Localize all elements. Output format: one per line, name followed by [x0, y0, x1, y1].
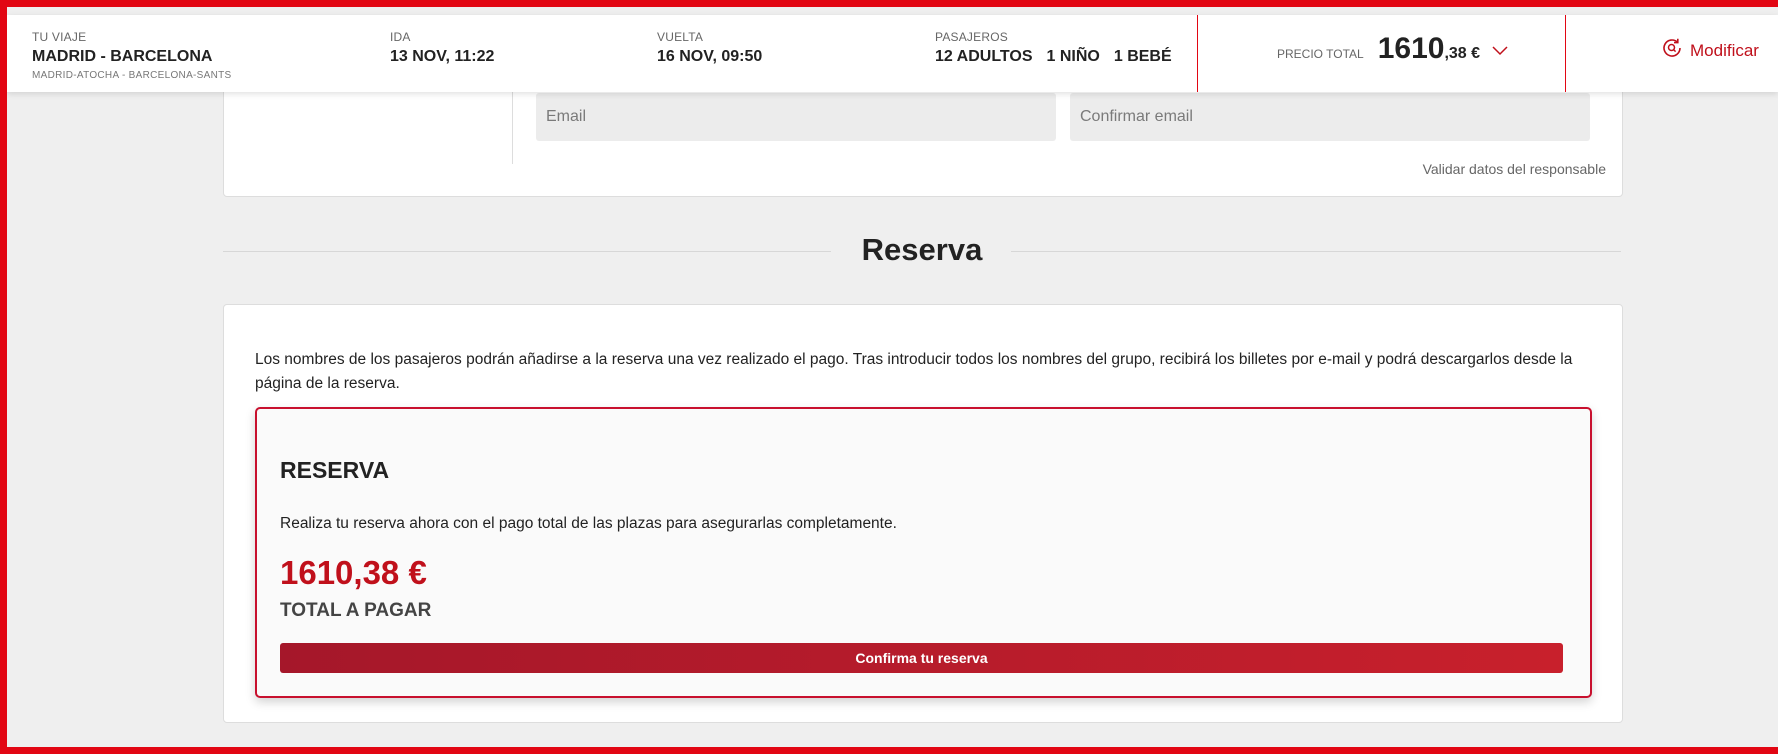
section-title: Reserva — [861, 232, 983, 267]
price-integer: 1610 — [1377, 32, 1445, 65]
outbound-block: IDA 13 NOV, 11:22 — [390, 30, 494, 66]
adults-count: 12 ADULTOS — [935, 48, 1033, 65]
return-label: VUELTA — [657, 30, 704, 44]
confirm-booking-button[interactable]: Confirma tu reserva — [280, 643, 1563, 673]
modify-label: Modificar — [1690, 40, 1759, 60]
modify-button[interactable]: Modificar — [1661, 37, 1759, 64]
validate-holder-link[interactable]: Validar datos del responsable — [1423, 161, 1606, 177]
return-datetime: 16 NOV, 09:50 — [657, 48, 763, 65]
return-block: VUELTA 16 NOV, 09:50 — [657, 30, 762, 66]
price-label: PRECIO TOTAL — [1277, 47, 1364, 61]
outbound-datetime: 13 NOV, 11:22 — [390, 48, 495, 65]
total-price-toggle[interactable]: PRECIO TOTAL 1610 ,38 € — [1277, 32, 1508, 66]
chevron-down-icon[interactable] — [1492, 43, 1508, 61]
trip-route-block: TU VIAJE MADRID - BARCELONA MADRID-ATOCH… — [32, 30, 232, 81]
header-divider — [1197, 15, 1198, 92]
trip-label: TU VIAJE — [32, 30, 87, 44]
passengers-counts: 12 ADULTOS 1 NIÑO 1 BEBÉ — [935, 48, 1186, 66]
price-decimal: ,38 € — [1444, 45, 1481, 62]
infants-count: 1 BEBÉ — [1113, 48, 1172, 65]
booking-card: Los nombres de los pasajeros podrán añad… — [223, 304, 1623, 723]
trip-route: MADRID - BARCELONA — [32, 48, 213, 65]
booking-description: Realiza tu reserva ahora con el pago tot… — [280, 515, 897, 532]
booking-title: RESERVA — [280, 457, 390, 483]
total-label: TOTAL A PAGAR — [280, 600, 432, 621]
divider-line — [1011, 251, 1621, 252]
passengers-block: PASAJEROS 12 ADULTOS 1 NIÑO 1 BEBÉ — [935, 30, 1186, 66]
refresh-search-icon — [1661, 37, 1690, 64]
email-field[interactable] — [536, 93, 1056, 141]
trip-stations: MADRID-ATOCHA - BARCELONA-SANTS — [32, 70, 232, 81]
header-divider — [1565, 15, 1566, 92]
children-count: 1 NIÑO — [1046, 48, 1100, 65]
trip-summary-bar: TU VIAJE MADRID - BARCELONA MADRID-ATOCH… — [7, 15, 1778, 92]
outbound-label: IDA — [390, 30, 411, 44]
passengers-label: PASAJEROS — [935, 30, 1008, 44]
booking-option-box: RESERVA Realiza tu reserva ahora con el … — [255, 407, 1592, 698]
confirm-email-field[interactable] — [1070, 93, 1590, 141]
passenger-names-notice: Los nombres de los pasajeros podrán añad… — [255, 351, 1573, 392]
section-heading: Reserva — [223, 232, 1621, 270]
total-amount: 1610,38 € — [280, 554, 427, 591]
